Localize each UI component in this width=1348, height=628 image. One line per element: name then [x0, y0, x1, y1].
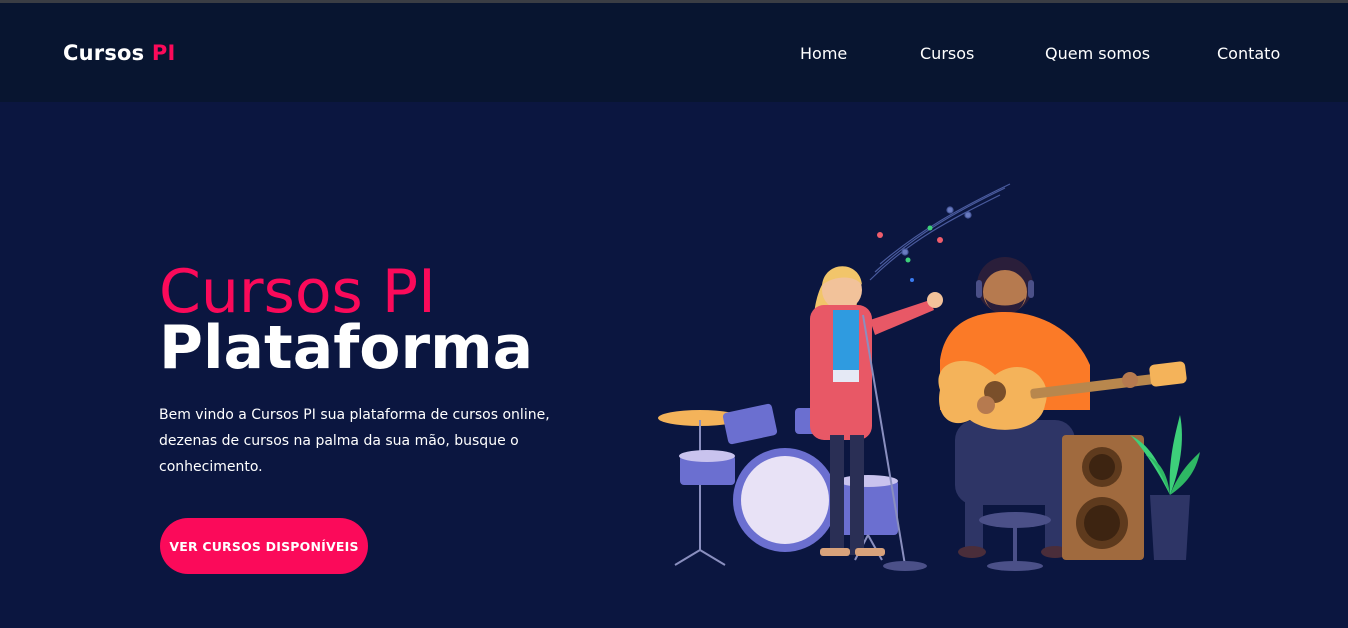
nav-menu: Home Cursos Quem somos Contato: [0, 44, 1348, 64]
navbar: Cursos PI Home Cursos Quem somos Contato: [0, 3, 1348, 102]
music-band-illustration: [650, 180, 1210, 580]
hero-description: Bem vindo a Cursos PI sua plataforma de …: [159, 402, 559, 480]
hero-description-line: Bem vindo a Cursos PI sua plataforma de …: [159, 407, 550, 423]
hero-description-line: dezenas de cursos na palma da sua mão, b…: [159, 433, 519, 449]
nav-link-contato[interactable]: Contato: [1217, 44, 1280, 63]
music-band-illustration-svg: [658, 183, 1200, 571]
speaker-icon: [1062, 435, 1144, 560]
nav-link-quem-somos[interactable]: Quem somos: [1045, 44, 1150, 63]
hero-description-line: conhecimento.: [159, 459, 263, 475]
nav-link-cursos[interactable]: Cursos: [920, 44, 974, 63]
nav-link-home[interactable]: Home: [800, 44, 847, 63]
view-courses-button[interactable]: VER CURSOS DISPONÍVEIS: [160, 518, 368, 574]
hero-subtitle: Plataforma: [159, 313, 534, 383]
